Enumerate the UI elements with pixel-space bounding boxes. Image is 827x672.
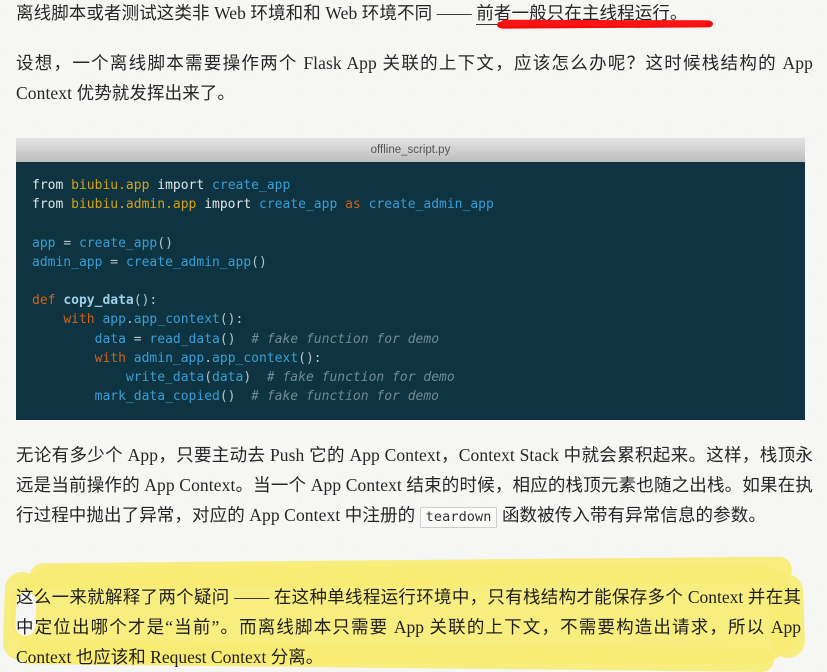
highlighted-paragraph-block: 这么一来就解释了两个疑问 —— 在这种单线程运行环境中，只有栈结构才能保存多个 … [0, 556, 827, 672]
paragraph-intro-lead: 离线脚本或者测试这类非 Web 环境和和 Web 环境不同 —— [16, 3, 477, 23]
paragraph-scenario: 设想，一个离线脚本需要操作两个 Flask App 关联的上下文，应该怎么办呢？… [16, 53, 813, 103]
document-page: 离线脚本或者测试这类非 Web 环境和和 Web 环境不同 —— 前者一般只在主… [0, 0, 827, 672]
inline-code-teardown: teardown [419, 507, 498, 528]
paragraph-context-stack-part2: 函数被传入带有异常信息的参数。 [497, 505, 766, 525]
code-block-filename: offline_script.py [16, 138, 805, 162]
code-block-body: from biubiu.app import create_app from b… [16, 162, 805, 420]
code-content: from biubiu.app import create_app from b… [32, 178, 494, 405]
code-block: offline_script.py from biubiu.app import… [16, 138, 805, 420]
red-underline-annotation [496, 20, 714, 29]
paragraph-conclusion: 这么一来就解释了两个疑问 —— 在这种单线程运行环境中，只有栈结构才能保存多个 … [16, 587, 801, 667]
paragraph-context-stack: 无论有多少个 App，只要主动去 Push 它的 App Context，Con… [16, 440, 813, 532]
